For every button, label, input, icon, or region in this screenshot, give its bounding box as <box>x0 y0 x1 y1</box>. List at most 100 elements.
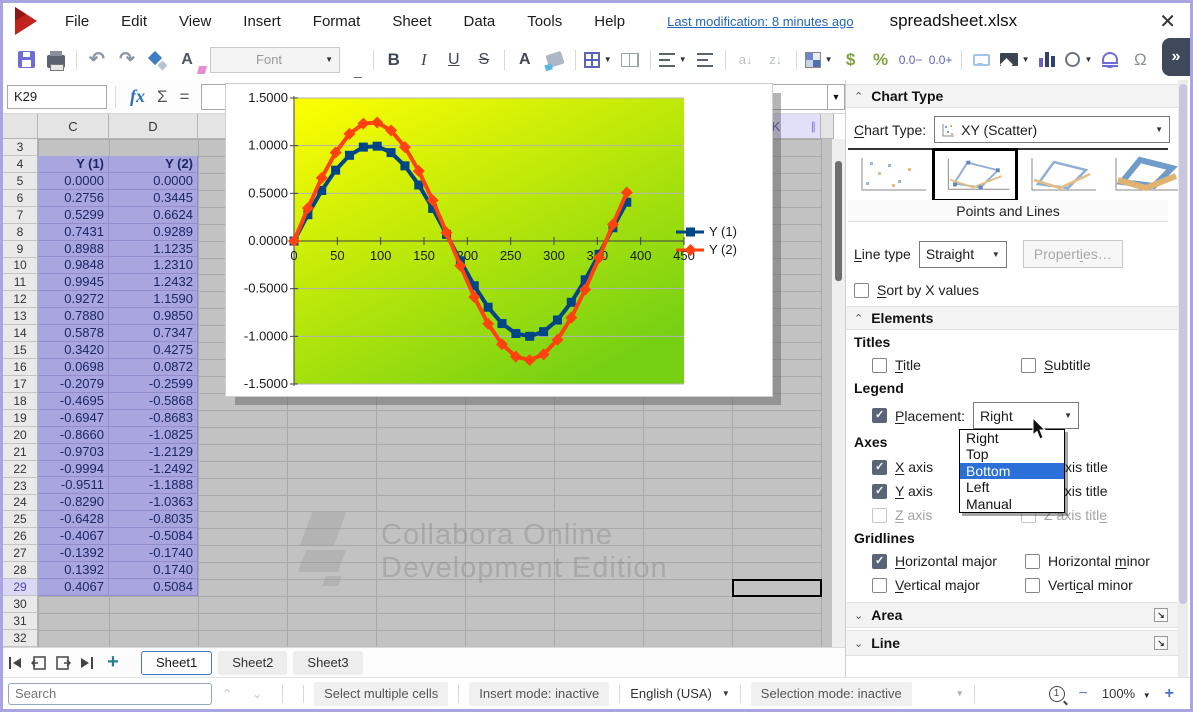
chart-object[interactable]: 1.50001.00000.50000.0000-0.5000-1.0000-1… <box>225 83 773 397</box>
cell-C[interactable]: -0.1392 <box>38 545 109 561</box>
cell-D[interactable]: -0.5868 <box>109 393 198 409</box>
vertical-minor-checkbox[interactable] <box>1025 578 1040 593</box>
cell-D[interactable]: -1.1888 <box>109 477 198 493</box>
data-point[interactable] <box>553 316 562 325</box>
comment-button[interactable] <box>970 46 994 74</box>
insert-chart-button[interactable] <box>1035 46 1059 74</box>
clear-formatting-button[interactable]: A <box>175 46 199 74</box>
table-row[interactable]: 0.13920.1740 <box>38 562 198 579</box>
data-point[interactable] <box>498 319 507 328</box>
table-row[interactable]: 0.27560.3445 <box>38 190 198 207</box>
data-point[interactable] <box>539 327 548 336</box>
line-dialog-launcher-icon[interactable]: ↘ <box>1154 636 1168 650</box>
y-axis-checkbox[interactable] <box>872 484 887 499</box>
placement-option-manual[interactable]: Manual <box>960 496 1064 512</box>
cell-D[interactable]: 1.1590 <box>109 291 198 307</box>
row-header-15[interactable]: 15 <box>3 342 38 359</box>
cell-C[interactable]: 0.0000 <box>38 173 109 189</box>
cell-D[interactable]: 0.6624 <box>109 207 198 223</box>
section-line-header[interactable]: ⌄ Line ↘ <box>846 630 1178 656</box>
row-header-7[interactable]: 7 <box>3 207 38 224</box>
tab-sheet3[interactable]: Sheet3 <box>293 651 362 675</box>
function-wizard-icon[interactable]: fx <box>130 86 145 107</box>
cell-D[interactable]: 1.2310 <box>109 257 198 273</box>
area-dialog-launcher-icon[interactable]: ↘ <box>1154 608 1168 622</box>
cell-C[interactable]: -0.4067 <box>38 528 109 544</box>
x-axis-checkbox[interactable] <box>872 460 887 475</box>
row-header-19[interactable]: 19 <box>3 410 38 427</box>
tab-sheet2[interactable]: Sheet2 <box>218 651 287 675</box>
cell-D[interactable]: 0.7347 <box>109 325 198 341</box>
zoom-reset-button[interactable]: 1 <box>1049 686 1065 702</box>
placement-option-bottom[interactable]: Bottom <box>960 463 1064 479</box>
title-checkbox[interactable] <box>872 358 887 373</box>
sort-by-x-checkbox[interactable] <box>854 283 869 298</box>
table-row[interactable]: -0.4067-0.5084 <box>38 528 198 545</box>
cell-C[interactable]: -0.6428 <box>38 511 109 527</box>
currency-button[interactable]: $ <box>839 46 863 74</box>
cell-C[interactable]: 0.9848 <box>38 257 109 273</box>
data-point[interactable] <box>400 161 409 170</box>
cell-C[interactable]: 0.4067 <box>38 579 109 595</box>
formula-bar-expand-icon[interactable]: ▼ <box>828 84 845 110</box>
table-row[interactable]: 0.58780.7347 <box>38 325 198 342</box>
data-point[interactable] <box>359 143 368 152</box>
data-point[interactable] <box>387 148 396 157</box>
strikethrough-button[interactable]: S <box>472 46 496 74</box>
table-row[interactable]: 0.40670.5084 <box>38 579 198 596</box>
subtype-points-and-lines[interactable] <box>934 150 1016 200</box>
undo-button[interactable]: ↶ <box>85 46 109 74</box>
italic-button[interactable]: I <box>412 46 436 74</box>
row-header-28[interactable]: 28 <box>3 562 38 579</box>
row-header-13[interactable]: 13 <box>3 308 38 325</box>
cell-C[interactable]: 0.5878 <box>38 325 109 341</box>
sheet-vscrollbar-thumb[interactable] <box>835 161 842 281</box>
table-row[interactable]: -0.6428-0.8035 <box>38 511 198 528</box>
row-header-30[interactable]: 30 <box>3 596 38 613</box>
shapes-button[interactable]: ▼ <box>1065 46 1092 74</box>
cell-C[interactable]: 0.5299 <box>38 207 109 223</box>
cell-C[interactable]: -0.8660 <box>38 427 109 443</box>
search-previous-icon[interactable]: ⌃ <box>222 687 232 701</box>
sum-icon[interactable]: Σ <box>157 87 168 107</box>
row-header-20[interactable]: 20 <box>3 427 38 444</box>
cell-C[interactable]: 0.1392 <box>38 562 109 578</box>
data-point[interactable] <box>331 166 340 175</box>
cell-D[interactable]: Y (2) <box>109 156 198 172</box>
zoom-in-button[interactable]: + <box>1165 685 1174 703</box>
cell-D[interactable]: 0.9850 <box>109 308 198 324</box>
status-dropdown-icon[interactable]: ▼ <box>956 689 964 698</box>
table-row[interactable]: -0.1392-0.1740 <box>38 545 198 562</box>
cell-D[interactable]: -0.8683 <box>109 410 198 426</box>
add-sheet-button[interactable]: + <box>99 651 127 674</box>
name-box[interactable] <box>7 85 107 109</box>
search-next-icon[interactable]: ⌄ <box>252 687 262 701</box>
tab-sheet1[interactable]: Sheet1 <box>141 651 212 675</box>
menu-sheet[interactable]: Sheet <box>376 13 447 30</box>
row-header-14[interactable]: 14 <box>3 325 38 342</box>
zoom-out-button[interactable]: − <box>1079 685 1088 703</box>
toolbar-overflow-button[interactable]: » <box>1162 38 1190 76</box>
row-header-12[interactable]: 12 <box>3 291 38 308</box>
vertical-major-checkbox[interactable] <box>872 578 887 593</box>
sidebar-scrollbar[interactable] <box>1178 80 1188 677</box>
column-header-C[interactable]: C <box>38 114 109 139</box>
row-header-18[interactable]: 18 <box>3 393 38 410</box>
placement-option-top[interactable]: Top <box>960 446 1064 462</box>
table-row[interactable]: 0.89881.1235 <box>38 241 198 258</box>
row-header-25[interactable]: 25 <box>3 511 38 528</box>
row-header-4[interactable]: 4 <box>3 156 38 173</box>
row-header-31[interactable]: 31 <box>3 613 38 630</box>
insert-image-button[interactable]: ▼ <box>1000 46 1030 74</box>
row-header-10[interactable]: 10 <box>3 258 38 275</box>
delete-decimal-button[interactable]: 0.0− <box>899 46 923 74</box>
row-header-21[interactable]: 21 <box>3 444 38 461</box>
underline-button[interactable]: U <box>442 46 466 74</box>
menu-help[interactable]: Help <box>578 13 641 30</box>
first-sheet-button[interactable] <box>3 653 27 673</box>
cell-C[interactable]: 0.8988 <box>38 241 109 257</box>
horizontal-minor-checkbox[interactable] <box>1025 554 1040 569</box>
font-name-select[interactable]: Font ▼ <box>210 47 340 73</box>
row-header-16[interactable]: 16 <box>3 359 38 376</box>
placement-option-left[interactable]: Left <box>960 479 1064 495</box>
